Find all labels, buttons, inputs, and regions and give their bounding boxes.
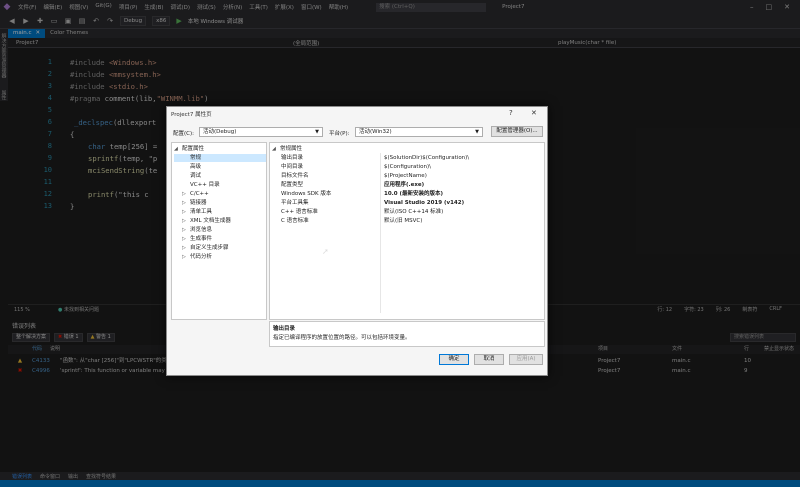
tree-item[interactable]: ▷ 浏览信息 bbox=[182, 226, 212, 234]
expand-icon[interactable]: ▷ bbox=[182, 253, 190, 261]
property-row[interactable]: 配置类型 应用程序(.exe) bbox=[270, 181, 544, 189]
ok-button[interactable]: 确定 bbox=[439, 354, 469, 365]
tree-label: 生成事件 bbox=[190, 236, 213, 242]
tree-item[interactable]: ▷ C/C++ bbox=[182, 190, 209, 198]
tree-label: C/C++ bbox=[190, 191, 209, 197]
tree-item[interactable]: 调试 bbox=[182, 172, 201, 180]
property-pages-dialog: Project7 属性页 ? ✕ 配置(C): 活动(Debug) ▼ 平台(P)… bbox=[166, 106, 548, 376]
chevron-down-icon: ▼ bbox=[475, 129, 479, 135]
platform-value: 活动(Win32) bbox=[359, 129, 392, 135]
property-value[interactable]: $(ProjectName) bbox=[384, 172, 427, 180]
expand-icon[interactable]: ▷ bbox=[182, 217, 190, 225]
tree-label: 代码分析 bbox=[190, 254, 213, 260]
config-value: 活动(Debug) bbox=[203, 129, 237, 135]
property-row[interactable]: 平台工具集 Visual Studio 2019 (v142) bbox=[270, 199, 544, 207]
tree-label: VC++ 目录 bbox=[190, 182, 220, 188]
expand-icon[interactable]: ▷ bbox=[182, 199, 190, 207]
tree-label: 链接器 bbox=[190, 200, 207, 206]
expand-icon[interactable]: ▷ bbox=[182, 208, 190, 216]
tree-label: 自定义生成步骤 bbox=[190, 245, 229, 251]
property-name: 中间目录 bbox=[281, 164, 304, 170]
platform-label: 平台(P): bbox=[329, 131, 350, 137]
tree-item[interactable]: 常规 bbox=[174, 154, 266, 162]
property-row[interactable]: 输出目录 $(SolutionDir)$(Configuration)\ bbox=[270, 154, 544, 162]
chevron-down-icon: ▼ bbox=[315, 129, 319, 135]
expand-icon[interactable]: ▷ bbox=[182, 244, 190, 252]
tree-item[interactable]: VC++ 目录 bbox=[182, 181, 220, 189]
tree-label: 调试 bbox=[190, 173, 202, 179]
property-name: 目标文件名 bbox=[281, 173, 309, 179]
tree-item[interactable]: ▷ 生成事件 bbox=[182, 235, 212, 243]
group-label: 常规属性 bbox=[280, 146, 303, 152]
expand-icon[interactable]: ▷ bbox=[182, 226, 190, 234]
property-name: 平台工具集 bbox=[281, 200, 309, 206]
help-icon[interactable]: ? bbox=[509, 109, 513, 117]
property-row[interactable]: 中间目录 $(Configuration)\ bbox=[270, 163, 544, 171]
close-icon[interactable]: ✕ bbox=[531, 109, 537, 117]
config-select[interactable]: 活动(Debug) ▼ bbox=[199, 127, 323, 137]
property-row[interactable]: C 语言标准 默认(旧 MSVC) bbox=[270, 217, 544, 225]
property-name: 输出目录 bbox=[281, 155, 304, 161]
mouse-cursor-icon: ➚ bbox=[322, 247, 329, 256]
property-name: C 语言标准 bbox=[281, 218, 309, 224]
property-name: Windows SDK 版本 bbox=[281, 191, 332, 197]
tree-label: XML 文档生成器 bbox=[190, 218, 231, 224]
tree-label: 高级 bbox=[190, 164, 202, 170]
tree-label: 常规 bbox=[190, 155, 202, 161]
tree-item[interactable]: ◢ 配置属性 bbox=[174, 145, 204, 153]
property-value[interactable]: $(SolutionDir)$(Configuration)\ bbox=[384, 154, 469, 162]
property-name: 配置类型 bbox=[281, 182, 304, 188]
tree-label: 清单工具 bbox=[190, 209, 213, 215]
expand-icon[interactable]: ▷ bbox=[182, 190, 190, 198]
collapse-icon: ◢ bbox=[272, 146, 276, 152]
property-value[interactable]: Visual Studio 2019 (v142) bbox=[384, 199, 464, 207]
platform-select[interactable]: 活动(Win32) ▼ bbox=[355, 127, 483, 137]
config-label: 配置(C): bbox=[173, 131, 194, 137]
dialog-title: Project7 属性页 bbox=[171, 112, 212, 118]
tree-item[interactable]: ▷ 链接器 bbox=[182, 199, 207, 207]
tree-label: 配置属性 bbox=[182, 146, 205, 152]
tree-label: 浏览信息 bbox=[190, 227, 213, 233]
tree-item[interactable]: 高级 bbox=[182, 163, 201, 171]
apply-button[interactable]: 应用(A) bbox=[509, 354, 543, 365]
property-row[interactable]: Windows SDK 版本 10.0 (最新安装的版本) bbox=[270, 190, 544, 198]
property-value[interactable]: $(Configuration)\ bbox=[384, 163, 431, 171]
property-row[interactable]: 目标文件名 $(ProjectName) bbox=[270, 172, 544, 180]
property-tree: ◢ 配置属性 常规 高级 调试 VC++ 目录 ▷ C/C++ ▷ 链接器 ▷ 清单工具… bbox=[171, 142, 267, 320]
description-body: 指定已编译程序的放置位置的路径。可以包括环境变量。 bbox=[273, 335, 411, 341]
property-group[interactable]: ◢ 常规属性 bbox=[270, 145, 544, 153]
cancel-button[interactable]: 取消 bbox=[474, 354, 504, 365]
description-title: 输出目录 bbox=[273, 326, 296, 332]
property-description: 输出目录 指定已编译程序的放置位置的路径。可以包括环境变量。 bbox=[269, 321, 545, 347]
property-grid: ◢ 常规属性 输出目录 $(SolutionDir)$(Configuration)… bbox=[269, 142, 545, 320]
property-value[interactable]: 应用程序(.exe) bbox=[384, 181, 424, 189]
tree-item[interactable]: ▷ 清单工具 bbox=[182, 208, 212, 216]
property-value[interactable]: 默认(旧 MSVC) bbox=[384, 217, 422, 225]
expand-icon: ◢ bbox=[174, 146, 178, 152]
tree-item[interactable]: ▷ XML 文档生成器 bbox=[182, 217, 231, 225]
config-manager-button[interactable]: 配置管理器(O)... bbox=[491, 126, 543, 137]
property-row[interactable]: C++ 语言标准 默认(ISO C++14 标准) bbox=[270, 208, 544, 216]
tree-item[interactable]: ▷ 代码分析 bbox=[182, 253, 212, 261]
property-value[interactable]: 默认(ISO C++14 标准) bbox=[384, 208, 443, 216]
expand-icon[interactable]: ▷ bbox=[182, 235, 190, 243]
property-name: C++ 语言标准 bbox=[281, 209, 318, 215]
tree-item[interactable]: ▷ 自定义生成步骤 bbox=[182, 244, 229, 252]
property-value[interactable]: 10.0 (最新安装的版本) bbox=[384, 190, 443, 198]
